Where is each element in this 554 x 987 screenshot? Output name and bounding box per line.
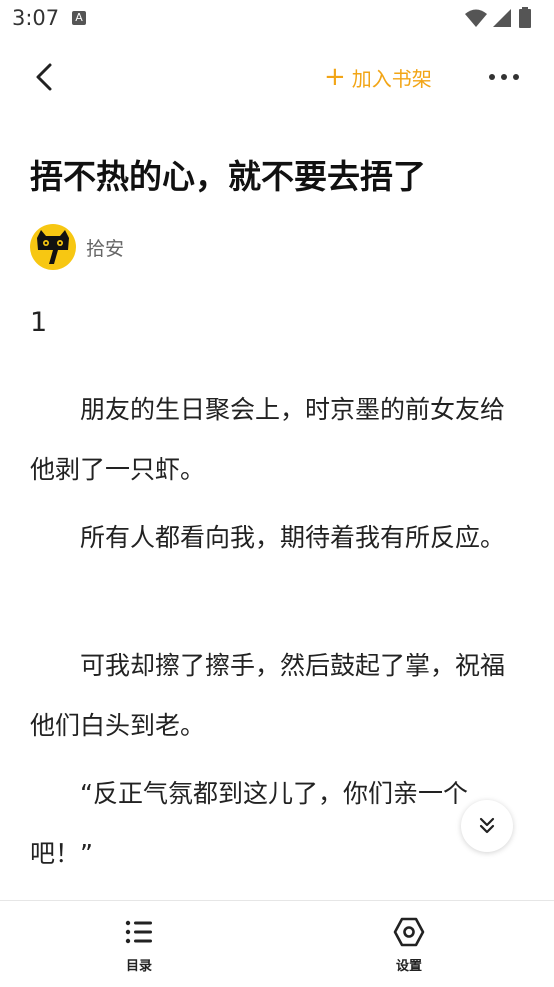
bottom-bar: 目录 设置: [0, 900, 554, 987]
add-to-shelf-label: 加入书架: [351, 66, 432, 91]
scroll-down-button[interactable]: [461, 800, 513, 852]
toc-label: 目录: [125, 959, 152, 974]
app-header: + 加入书架: [0, 50, 554, 106]
avatar: [30, 224, 76, 270]
battery-icon: [519, 7, 531, 28]
status-bar: 3:07 A: [0, 0, 554, 40]
more-horizontal-icon: [489, 74, 519, 80]
article-title: 捂不热的心，就不要去捂了: [30, 157, 426, 196]
double-chevron-down-icon: [479, 817, 495, 834]
wifi-icon: [465, 9, 487, 27]
paragraph: 所有人都看向我，期待着我有所反应。: [80, 523, 506, 552]
back-button[interactable]: [28, 60, 62, 94]
paragraph: “反正气氛都到这儿了，你们亲一个吧！”: [30, 779, 468, 868]
author-name: 拾安: [86, 237, 125, 260]
author-row[interactable]: 拾安: [30, 223, 124, 271]
paragraph: 可我却擦了擦手，然后鼓起了掌，祝福他们白头到老。: [30, 651, 506, 740]
chevron-left-icon: [36, 63, 52, 91]
status-icons: [464, 6, 544, 30]
list-icon: [125, 920, 152, 944]
add-to-shelf-button[interactable]: + 加入书架: [324, 62, 432, 92]
cat-logo-icon: [37, 230, 69, 264]
more-button[interactable]: [486, 62, 522, 92]
plus-icon: +: [324, 62, 346, 92]
signal-icon: [493, 9, 511, 27]
settings-button[interactable]: 设置: [369, 917, 449, 974]
settings-hexagon-icon: [393, 917, 425, 947]
toc-button[interactable]: 目录: [99, 917, 179, 974]
settings-label: 设置: [395, 959, 422, 974]
paragraph: 朋友的生日聚会上，时京墨的前女友给他剥了一只虾。: [30, 395, 506, 484]
notification-icon: A: [72, 11, 86, 25]
status-time: 3:07: [12, 6, 60, 30]
chapter-number: 1: [30, 307, 48, 338]
